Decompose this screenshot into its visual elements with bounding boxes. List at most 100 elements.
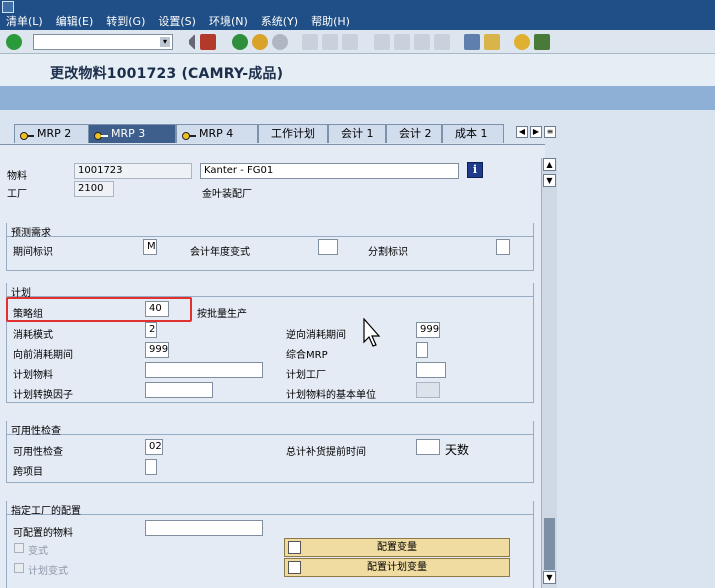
configure-plan-variant-button[interactable]: 配置计划变量: [284, 558, 510, 577]
forecast-group: 预测需求 期间标识 M 会计年度变式 分割标识: [6, 223, 534, 271]
planning-plant-label: 计划工厂: [286, 370, 326, 381]
days-label: 天数: [445, 443, 470, 457]
tab-costing-1[interactable]: 成本 1: [442, 124, 504, 143]
total-lead-time-field[interactable]: [416, 439, 440, 455]
last-page-icon[interactable]: [434, 34, 450, 50]
tab-list-icon[interactable]: ≡: [544, 126, 556, 138]
tab-content-panel: 物料 1001723 Kanter - FG01 i 工厂 2100 金叶装配厂…: [0, 144, 545, 588]
new-session-icon[interactable]: [464, 34, 480, 50]
menu-item-0[interactable]: 清单(L): [6, 13, 43, 29]
tab-accounting-1[interactable]: 会计 1: [328, 124, 386, 143]
planning-material-field[interactable]: [145, 362, 263, 378]
strategy-group-description: 按批量生产: [197, 309, 247, 320]
mixed-mrp-label: 综合MRP: [286, 350, 328, 361]
title-bar: 更改物料1001723 (CAMRY-成品): [0, 54, 715, 86]
menu-item-4[interactable]: 环境(N): [209, 13, 248, 29]
scroll-bottom-icon[interactable]: ▼: [543, 571, 556, 584]
menu-item-6[interactable]: 帮助(H): [311, 13, 350, 29]
period-indicator-label: 期间标识: [13, 247, 53, 258]
total-lead-time-label: 总计补货提前时间: [286, 447, 366, 458]
forward-consumption-field[interactable]: 999: [145, 342, 169, 358]
base-unit-field: [416, 382, 440, 398]
cross-project-field[interactable]: [145, 459, 157, 475]
scrollbar-thumb[interactable]: [544, 518, 555, 570]
conversion-factor-field[interactable]: [145, 382, 213, 398]
page-title: 更改物料1001723 (CAMRY-成品): [50, 66, 284, 82]
fiscal-year-variant-label: 会计年度变式: [190, 247, 250, 258]
material-label: 物料: [7, 171, 27, 182]
tab-routing[interactable]: 工作计划: [258, 124, 328, 143]
splitting-indicator-field[interactable]: [496, 239, 510, 255]
tab-scroll-left-icon[interactable]: ◀: [516, 126, 528, 138]
splitting-indicator-label: 分割标识: [368, 247, 408, 258]
prev-page-icon[interactable]: [394, 34, 410, 50]
first-page-icon[interactable]: [374, 34, 390, 50]
availability-check-field[interactable]: 02: [145, 439, 163, 455]
background-area: [557, 144, 715, 588]
configure-variant-button[interactable]: 配置变量: [284, 538, 510, 557]
cancel-icon[interactable]: [272, 34, 288, 50]
find-icon[interactable]: [322, 34, 338, 50]
tab-strip: MRP 2 MRP 3 MRP 4 工作计划 会计 1 会计 2 成本 1 ◀ …: [0, 124, 715, 144]
configurable-material-label: 可配置的物料: [13, 528, 73, 539]
strategy-group-highlight: [6, 297, 192, 322]
period-indicator-field[interactable]: M: [143, 239, 157, 255]
mouse-cursor-icon: [363, 317, 383, 348]
backward-consumption-field[interactable]: 999: [416, 322, 440, 338]
forecast-group-title: 预测需求: [11, 228, 51, 239]
menu-item-1[interactable]: 编辑(E): [56, 13, 94, 29]
tab-mrp3[interactable]: MRP 3: [88, 124, 176, 143]
find-next-icon[interactable]: [342, 34, 358, 50]
tab-scroll-right-icon[interactable]: ▶: [530, 126, 542, 138]
plant-description: 金叶装配厂: [202, 189, 252, 200]
menu-item-3[interactable]: 设置(S): [158, 13, 196, 29]
exit-icon[interactable]: [252, 34, 268, 50]
key-icon: [182, 129, 196, 140]
plant-config-group: 指定工厂的配置 可配置的物料 变式 配置变量 计划变式 配置计划变量: [6, 501, 534, 588]
forward-consumption-label: 向前消耗期间: [13, 350, 73, 361]
back-icon[interactable]: [232, 34, 248, 50]
enter-icon[interactable]: [6, 34, 22, 50]
base-unit-label: 计划物料的基本单位: [286, 390, 376, 401]
next-page-icon[interactable]: [414, 34, 430, 50]
plant-label: 工厂: [7, 189, 27, 200]
menu-item-5[interactable]: 系统(Y): [261, 13, 298, 29]
command-history-dropdown[interactable]: ▾: [160, 37, 170, 47]
consumption-mode-label: 消耗模式: [13, 330, 53, 341]
variant-checkbox: [14, 543, 24, 553]
info-icon[interactable]: i: [467, 162, 483, 178]
availability-check-label: 可用性检查: [13, 447, 63, 458]
scroll-down-icon[interactable]: ▼: [543, 174, 556, 187]
standard-toolbar: ▾: [0, 30, 715, 54]
tab-mrp2[interactable]: MRP 2: [14, 124, 89, 143]
print-icon[interactable]: [302, 34, 318, 50]
configurable-material-field[interactable]: [145, 520, 263, 536]
planning-plant-field[interactable]: [416, 362, 446, 378]
tab-mrp4[interactable]: MRP 4: [176, 124, 258, 143]
key-icon: [94, 129, 108, 140]
collapse-command-icon[interactable]: [183, 34, 195, 50]
fiscal-year-variant-field[interactable]: [318, 239, 338, 255]
layout-icon[interactable]: [534, 34, 550, 50]
plant-field: 2100: [74, 181, 114, 197]
mixed-mrp-field[interactable]: [416, 342, 428, 358]
save-icon[interactable]: [200, 34, 216, 50]
consumption-mode-field[interactable]: 2: [145, 322, 157, 338]
planning-variant-label: 计划变式: [28, 566, 68, 577]
material-number-field: 1001723: [74, 163, 192, 179]
backward-consumption-label: 逆向消耗期间: [286, 330, 346, 341]
system-menu-icon[interactable]: [2, 1, 14, 13]
shortcut-icon[interactable]: [484, 34, 500, 50]
material-description-field[interactable]: Kanter - FG01: [200, 163, 459, 179]
scroll-up-icon[interactable]: ▲: [543, 158, 556, 171]
tab-accounting-2[interactable]: 会计 2: [386, 124, 442, 143]
key-icon: [20, 129, 34, 140]
command-field[interactable]: ▾: [33, 34, 173, 50]
plant-config-group-title: 指定工厂的配置: [11, 506, 81, 517]
help-icon[interactable]: [514, 34, 530, 50]
planning-variant-checkbox: [14, 563, 24, 573]
menu-item-2[interactable]: 转到(G): [106, 13, 145, 29]
variant-label: 变式: [28, 546, 48, 557]
availability-group: 可用性检查 可用性检查 02 总计补货提前时间 天数 跨项目: [6, 421, 534, 483]
vertical-scrollbar[interactable]: ▲ ▼ ▼: [541, 158, 557, 588]
